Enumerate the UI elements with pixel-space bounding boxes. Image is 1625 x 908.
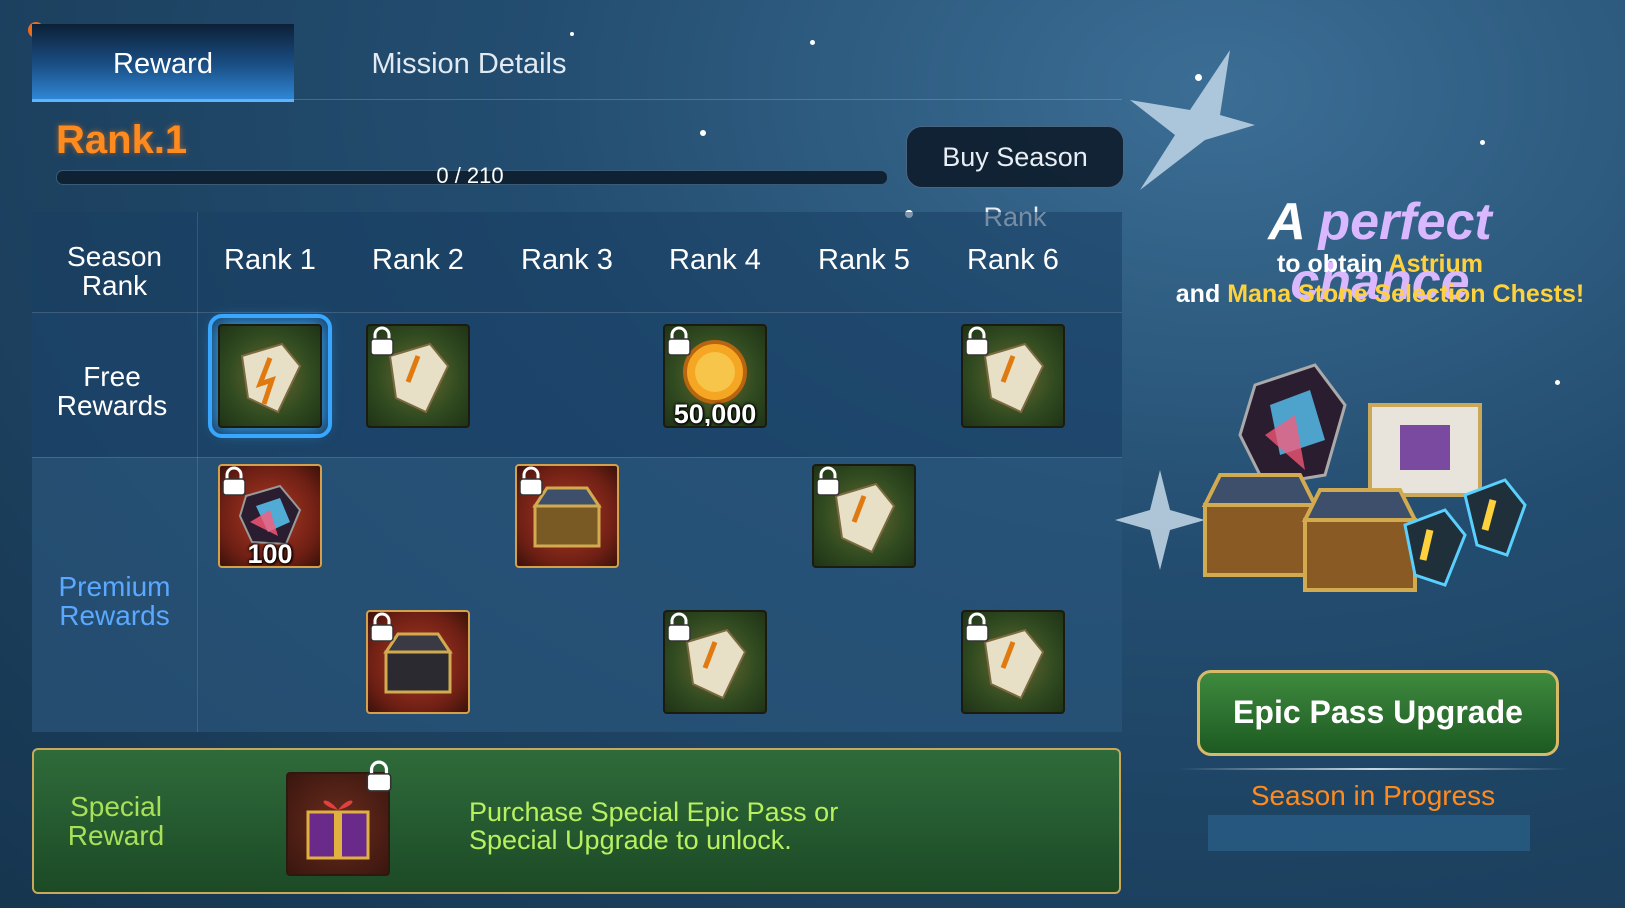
season-rank-label: Season Rank	[67, 241, 162, 301]
lock-icon	[965, 612, 989, 642]
small-star-icon	[1115, 470, 1205, 570]
season-status: Season in Progress	[1250, 780, 1496, 811]
special-text-line: Special Upgrade to unlock.	[469, 825, 792, 855]
promo-title-a: A	[1268, 193, 1304, 251]
star-decor	[1480, 140, 1485, 145]
lock-icon	[965, 326, 989, 356]
free-reward-rank2[interactable]	[366, 324, 470, 428]
large-star-icon	[1130, 50, 1255, 190]
rune-stone-icon	[240, 342, 302, 414]
current-rank-title: Rank.1	[56, 118, 188, 162]
lock-icon	[370, 612, 394, 642]
premium-rewards-label: Premium Rewards	[58, 571, 171, 631]
premium-reward-rank1[interactable]: 100	[218, 464, 322, 568]
rank-header: Rank 3	[521, 244, 613, 276]
star-decor	[1555, 380, 1560, 385]
free-reward-rank6[interactable]	[961, 324, 1065, 428]
special-reward-panel: Special Reward Purchase Special Epic Pas…	[32, 748, 1121, 894]
reward-grid: Season Rank Free Rewards Premium Rewards…	[32, 212, 1122, 732]
lock-icon	[366, 760, 392, 792]
free-reward-rank1[interactable]	[208, 314, 332, 438]
tab-reward[interactable]: Reward	[32, 24, 294, 102]
tab-mission-details[interactable]: Mission Details	[294, 24, 644, 99]
premium-reward-rank5[interactable]	[812, 464, 916, 568]
divider-ornament	[1178, 768, 1568, 770]
promo-subtitle-line2: and Mana Stone Selection Chests!	[1150, 280, 1610, 309]
grid-divider	[32, 312, 1122, 313]
premium-reward-rank3[interactable]	[515, 464, 619, 568]
reward-quantity: 100	[247, 539, 293, 568]
reward-quantity: 50,000	[673, 399, 757, 428]
rank-progress-text: 0 / 210	[436, 163, 504, 188]
lock-icon	[519, 466, 543, 496]
epic-pass-upgrade-button[interactable]: Epic Pass Upgrade	[1197, 670, 1559, 756]
promo-line2-text: and	[1175, 280, 1221, 308]
rank-header: Rank 1	[224, 244, 316, 276]
promo-rewards-illustration	[1201, 363, 1527, 592]
rank-header: Rank 6	[967, 244, 1059, 276]
free-row-bg	[32, 312, 1122, 457]
rank-header: Rank 5	[818, 244, 910, 276]
promo-line1-highlight: Astrium	[1388, 250, 1484, 278]
lock-icon	[816, 466, 840, 496]
tab-bar: Reward Mission Details	[32, 24, 1122, 102]
premium-reward-rank4[interactable]	[663, 610, 767, 714]
rank-header: Rank 4	[669, 244, 761, 276]
grid-divider	[32, 457, 1122, 458]
special-reward-label: Special Reward	[67, 791, 165, 851]
buy-season-rank-button[interactable]: Buy Season Rank	[906, 126, 1124, 232]
rank-header: Rank 2	[372, 244, 464, 276]
lock-icon	[667, 612, 691, 642]
promo-line2-highlight: Mana Stone Selection Chests!	[1227, 280, 1585, 308]
lock-icon	[667, 326, 691, 356]
special-text-line: Purchase Special Epic Pass or	[469, 797, 839, 827]
promo-line1-text: to obtain	[1276, 250, 1383, 278]
promo-subtitle-line1: to obtain Astrium	[1150, 250, 1610, 279]
free-reward-rank4[interactable]: 50,000	[663, 324, 767, 428]
season-status-bar	[1208, 815, 1530, 851]
lock-icon	[222, 466, 246, 496]
lock-icon	[370, 326, 394, 356]
special-reward-description: Purchase Special Epic Pass or Special Up…	[469, 798, 838, 854]
grid-divider	[197, 212, 198, 732]
premium-reward-rank2[interactable]	[366, 610, 470, 714]
free-rewards-label: Free Rewards	[56, 361, 168, 421]
premium-reward-rank6[interactable]	[961, 610, 1065, 714]
star-decor	[700, 130, 706, 136]
